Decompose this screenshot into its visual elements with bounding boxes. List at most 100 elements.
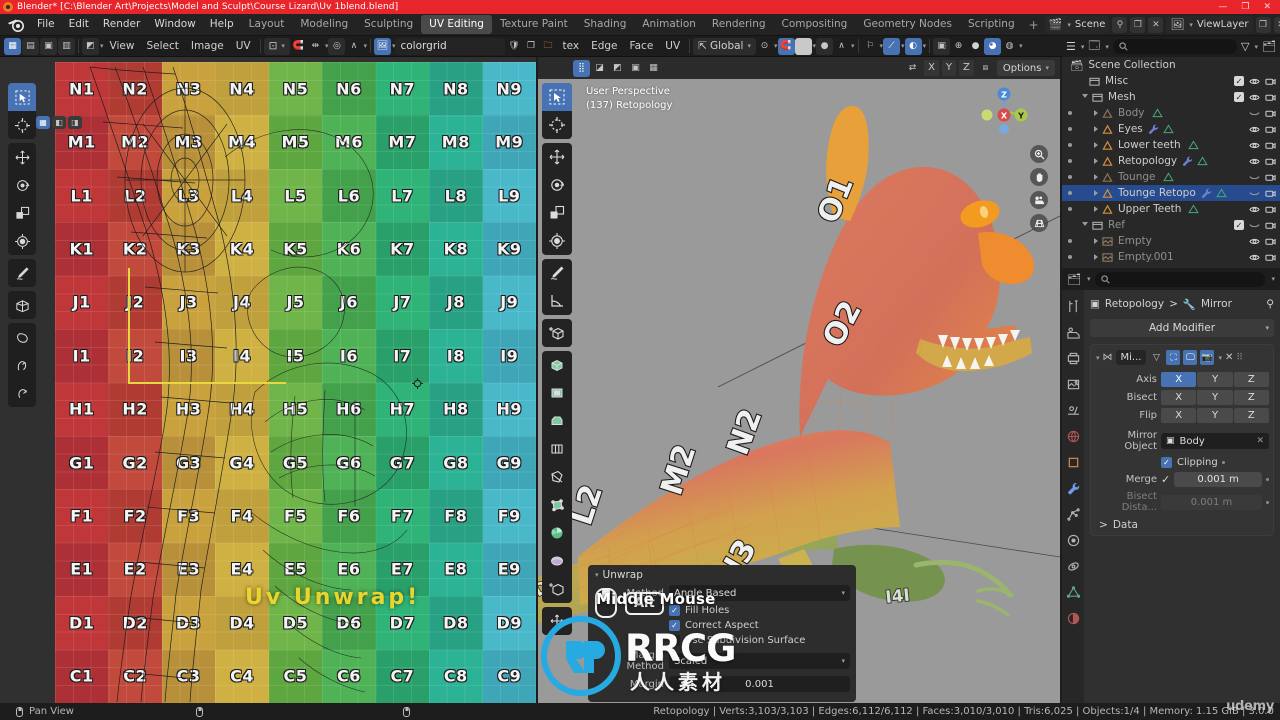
- breadcrumb-object[interactable]: Retopology: [1105, 298, 1164, 310]
- outliner-row[interactable]: Misc ✓: [1062, 73, 1280, 89]
- outliner-row[interactable]: Ref ✓: [1062, 217, 1280, 233]
- vp-tool-extrude-icon[interactable]: [542, 351, 572, 379]
- uv-display-zoom-icon[interactable]: ◨: [68, 116, 82, 129]
- vp-tool-inset-faces-icon[interactable]: [542, 379, 572, 407]
- copy-image-icon[interactable]: ❐: [522, 38, 539, 55]
- image-name-field[interactable]: colorgrid: [395, 37, 506, 55]
- eye-open-icon[interactable]: [1249, 77, 1260, 86]
- uv-sync-selection-icon[interactable]: ⇄: [904, 60, 921, 77]
- camera-icon[interactable]: [1265, 93, 1276, 102]
- axis-lock-x[interactable]: X: [924, 60, 939, 76]
- expand-triangle-icon[interactable]: [1094, 174, 1098, 180]
- modifier-edit-mode-cage-icon[interactable]: ▽: [1149, 350, 1163, 365]
- outliner-search-input[interactable]: [1112, 39, 1238, 54]
- camera-icon[interactable]: [1265, 157, 1276, 166]
- workspace-tab-scripting[interactable]: Scripting: [960, 15, 1023, 34]
- camera-icon[interactable]: [1265, 141, 1276, 150]
- delete-viewlayer-icon[interactable]: ✕: [1273, 16, 1280, 33]
- exclude-checkbox[interactable]: ✓: [1234, 92, 1244, 102]
- uv-display-channel-icon[interactable]: ▦: [36, 116, 50, 129]
- restrict-select-dot[interactable]: [1068, 111, 1072, 115]
- proportional-edit-3d-icon[interactable]: ●: [816, 37, 834, 55]
- eye-open-icon[interactable]: [1249, 205, 1260, 214]
- restrict-select-dot[interactable]: [1068, 159, 1072, 163]
- operator-panel-header[interactable]: ▾ Unwrap: [594, 569, 850, 581]
- viewport-options-button[interactable]: Options ▾: [996, 60, 1055, 76]
- snap-magnet-3d-icon[interactable]: 🧲: [777, 37, 795, 55]
- menu-window[interactable]: Window: [147, 16, 202, 33]
- image-browse-icon[interactable]: 🖼: [373, 37, 391, 55]
- shading-wireframe-icon[interactable]: ▣: [933, 37, 951, 55]
- open-image-folder-icon[interactable]: 🗀: [539, 38, 556, 55]
- tab-world-icon[interactable]: [1065, 428, 1081, 444]
- pivot-point-3d-icon[interactable]: ⊙: [756, 38, 773, 55]
- mesh-select-mode-face[interactable]: Face: [624, 38, 660, 55]
- uv-snap-target-icon[interactable]: ⇹: [307, 38, 324, 55]
- minimize-button[interactable]: —: [1218, 2, 1227, 12]
- uv-menu-uv[interactable]: UV: [230, 38, 257, 55]
- outliner-row[interactable]: Lower teeth: [1062, 137, 1280, 153]
- exclude-checkbox[interactable]: ✓: [1234, 76, 1244, 86]
- uv-snap-magnet-icon[interactable]: 🧲: [290, 38, 307, 55]
- vp-tool-add-cube-icon[interactable]: [542, 319, 572, 347]
- vp-tool-cursor-icon[interactable]: [542, 111, 572, 139]
- modifier-show-viewport-icon[interactable]: 🖵: [1183, 350, 1198, 365]
- modifier-drag-handle[interactable]: ⠿: [1236, 353, 1243, 363]
- bisect-x-toggle[interactable]: X: [1161, 390, 1197, 405]
- outliner-editor[interactable]: ☰ ▾ 🗔 ▾ ▽ ▾ 🗂 🗃 Scene Collection Misc ✓ Me…: [1062, 36, 1280, 268]
- tab-material-icon[interactable]: [1065, 610, 1081, 626]
- shading-rendered-icon[interactable]: ◕: [984, 37, 1002, 55]
- restrict-select-dot[interactable]: [1068, 207, 1072, 211]
- outliner-row[interactable]: Tounge: [1062, 169, 1280, 185]
- tab-scene-icon[interactable]: [1065, 402, 1081, 418]
- uv-menu-view[interactable]: View: [104, 38, 141, 55]
- pin-id-icon[interactable]: ⚲: [1266, 298, 1274, 310]
- shading-extra-icon[interactable]: ◍: [1001, 38, 1018, 55]
- mirror-object-field[interactable]: ▣ Body ✕: [1161, 433, 1269, 449]
- camera-icon[interactable]: [1265, 221, 1276, 230]
- vp-tool-shear-icon[interactable]: [542, 575, 572, 603]
- shading-material-icon[interactable]: ●: [967, 38, 984, 55]
- close-button[interactable]: ✕: [1263, 2, 1271, 12]
- mesh-select-mode-tex[interactable]: tex: [556, 38, 585, 55]
- uv-face-select-icon[interactable]: ▣: [40, 37, 57, 55]
- merge-value-field[interactable]: 0.001 m: [1174, 472, 1262, 487]
- uv-editor-type-icon[interactable]: ◩: [82, 37, 99, 55]
- face-select-mode-icon[interactable]: ◩: [609, 59, 626, 77]
- vp-tool-move-icon[interactable]: [542, 143, 572, 171]
- uv-vertex-select-icon[interactable]: ▦: [4, 37, 21, 55]
- delete-scene-icon[interactable]: ✕: [1148, 16, 1164, 33]
- tab-constraints-icon[interactable]: [1065, 558, 1081, 574]
- eye-open-icon[interactable]: [1249, 125, 1260, 134]
- expand-triangle-icon[interactable]: [1094, 206, 1098, 212]
- tab-modifiers-icon[interactable]: [1065, 480, 1081, 496]
- eye-open-icon[interactable]: [1249, 157, 1260, 166]
- bisect-y-toggle[interactable]: Y: [1197, 390, 1233, 405]
- uv-tool-cursor-icon[interactable]: [8, 111, 36, 139]
- new-scene-icon[interactable]: ❐: [1130, 16, 1146, 33]
- uv-tool-grab-icon[interactable]: [8, 323, 36, 351]
- restrict-select-dot[interactable]: [1068, 191, 1072, 195]
- axis-x-toggle[interactable]: X: [1161, 372, 1197, 387]
- outliner-row[interactable]: Eyes: [1062, 121, 1280, 137]
- breadcrumb-modifier[interactable]: Mirror: [1201, 298, 1232, 310]
- clear-mirror-object-icon[interactable]: ✕: [1256, 436, 1264, 446]
- collapse-triangle-icon[interactable]: [1082, 93, 1088, 101]
- flip-z-toggle[interactable]: Z: [1233, 408, 1269, 423]
- vp-tool-scale-icon[interactable]: [542, 199, 572, 227]
- properties-search-input[interactable]: [1095, 271, 1266, 287]
- camera-icon[interactable]: [1265, 237, 1276, 246]
- outliner-editor-type-icon[interactable]: ☰: [1066, 40, 1076, 53]
- menu-file[interactable]: File: [30, 16, 62, 33]
- expand-triangle-icon[interactable]: [1094, 158, 1098, 164]
- menu-edit[interactable]: Edit: [62, 16, 96, 33]
- tab-view-layer-icon[interactable]: [1065, 376, 1081, 392]
- camera-icon[interactable]: [1265, 173, 1276, 182]
- vp-tool-smooth-icon[interactable]: [542, 547, 572, 575]
- shading-solid-icon[interactable]: ⊕: [950, 38, 967, 55]
- uv-tool-move-icon[interactable]: [8, 143, 36, 171]
- outliner-row[interactable]: Tounge Retopo: [1062, 185, 1280, 201]
- viewlayer-selector[interactable]: 🖼 ▾ ViewLayer: [1166, 16, 1253, 33]
- uv-falloff-curve-icon[interactable]: ∧: [345, 38, 362, 55]
- workspace-tab-sculpting[interactable]: Sculpting: [356, 15, 421, 34]
